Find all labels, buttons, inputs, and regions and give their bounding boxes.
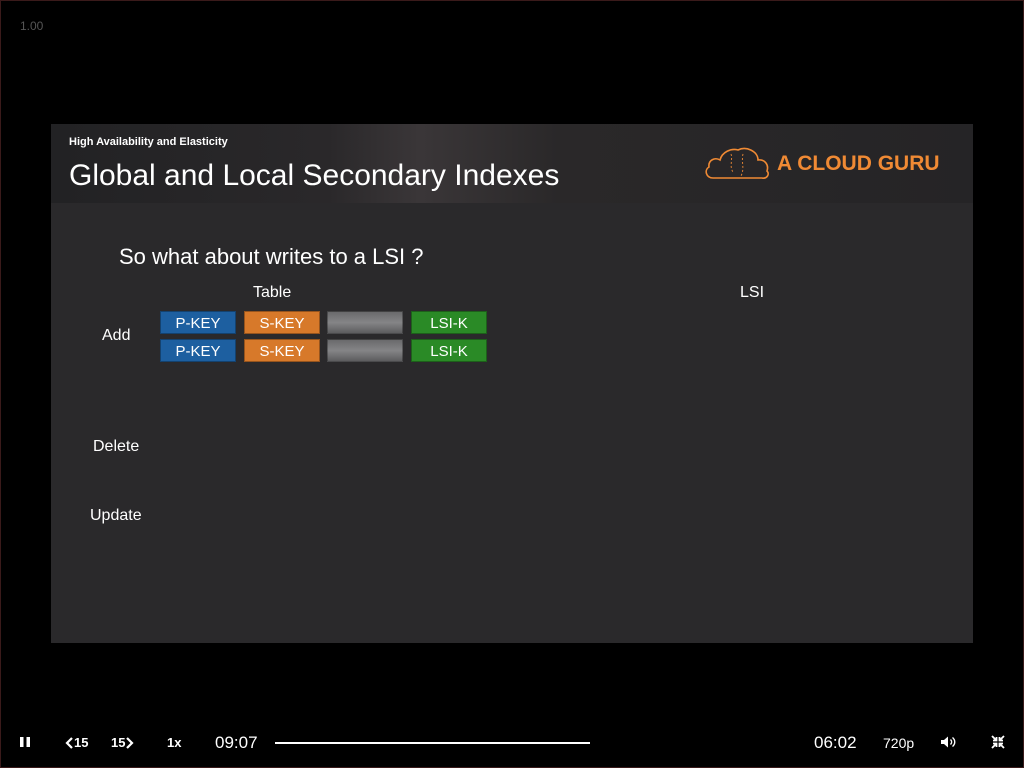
- slide-question: So what about writes to a LSI ?: [119, 244, 424, 269]
- pause-icon: [20, 737, 30, 747]
- brand-logo: A CLOUD GURU: [703, 144, 953, 184]
- pause-button[interactable]: [18, 735, 32, 749]
- lsi-key-cell: LSI-K: [411, 339, 487, 362]
- lsi-key-cell: LSI-K: [411, 311, 487, 334]
- rewind-15-button[interactable]: 15: [65, 735, 88, 750]
- volume-button[interactable]: [940, 735, 958, 749]
- exit-fullscreen-icon: [991, 735, 1005, 749]
- attribute-cell: [327, 339, 403, 362]
- elapsed-time: 09:07: [215, 733, 258, 752]
- slide-header: High Availability and Elasticity Global …: [51, 124, 973, 203]
- volume-icon: [941, 736, 956, 748]
- row-label-delete: Delete: [93, 438, 140, 455]
- player-controls: 15 15 1x 09:07 06:02 720p: [0, 718, 1024, 768]
- forward-label: 15: [111, 735, 126, 750]
- playback-speed-button[interactable]: 1x: [167, 735, 181, 750]
- forward-15-icon: [126, 736, 135, 749]
- pkey-cell: P-KEY: [160, 339, 236, 362]
- skey-cell: S-KEY: [244, 339, 320, 362]
- rewind-label: 15: [74, 735, 89, 750]
- quality-selector[interactable]: 720p: [883, 735, 914, 751]
- course-title: High Availability and Elasticity: [69, 136, 228, 148]
- rewind-15-icon: [65, 736, 73, 749]
- brand-name: A CLOUD GURU: [777, 152, 940, 175]
- forward-15-button[interactable]: 15: [111, 735, 135, 750]
- progress-fill: [275, 742, 590, 744]
- remaining-time: 06:02: [814, 733, 857, 752]
- attribute-cell: [327, 311, 403, 334]
- row-label-update: Update: [90, 507, 142, 524]
- playback-rate-readout: 1.00: [20, 19, 44, 33]
- progress-bar[interactable]: [275, 742, 590, 744]
- pkey-cell: P-KEY: [160, 311, 236, 334]
- exit-fullscreen-button[interactable]: [991, 735, 1005, 749]
- lsi-column-header: LSI: [740, 284, 765, 301]
- table-column-header: Table: [253, 284, 292, 301]
- slide-title: Global and Local Secondary Indexes: [69, 159, 560, 192]
- cloud-logo-icon: [705, 147, 769, 179]
- skey-cell: S-KEY: [244, 311, 320, 334]
- row-label-add: Add: [102, 327, 131, 344]
- video-frame[interactable]: High Availability and Elasticity Global …: [51, 124, 973, 643]
